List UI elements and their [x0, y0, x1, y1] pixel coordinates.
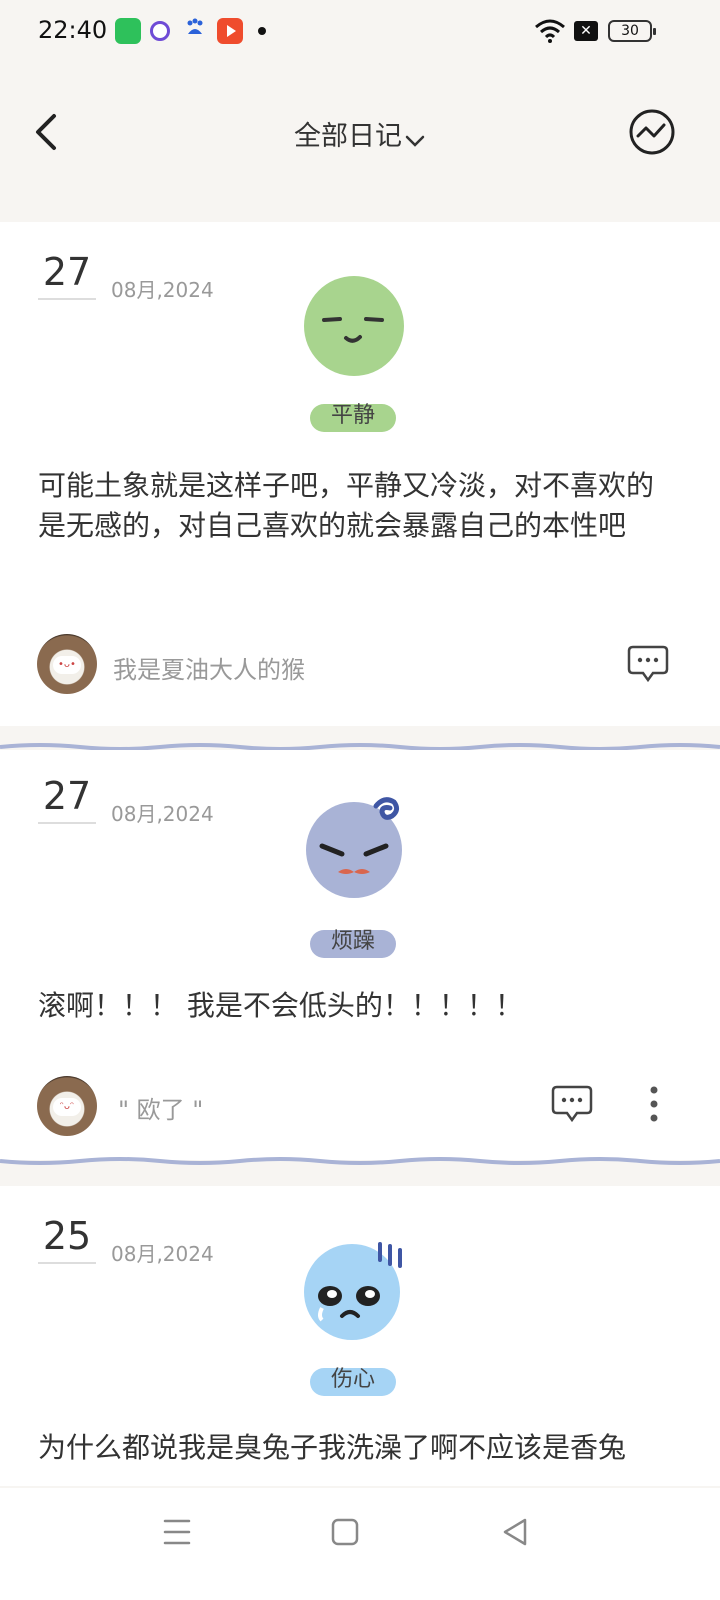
- mood-calm-icon: [304, 276, 404, 376]
- comment-icon[interactable]: [627, 644, 669, 684]
- author-name: 我是夏油大人的猴: [113, 656, 305, 684]
- entry-month-year: 08月,2024: [111, 278, 214, 302]
- header: 全部日记: [0, 64, 720, 222]
- sim-off-icon: ✕: [574, 21, 598, 41]
- entry-month-year: 08月,2024: [111, 802, 214, 826]
- battery-icon: 30: [608, 20, 656, 42]
- baidu-icon: [183, 16, 209, 42]
- back-triangle-icon[interactable]: [495, 1512, 535, 1552]
- app-icon-purple: [150, 21, 170, 41]
- mood-sad-icon: [304, 1242, 402, 1340]
- video-app-icon: [217, 18, 243, 44]
- status-time: 22:40: [38, 16, 108, 44]
- system-nav-bar: [0, 1488, 720, 1600]
- entry-text: 可能土象就是这样子吧，平静又冷淡，对不喜欢的是无感的，对自己喜欢的就会暴露自己的…: [38, 469, 655, 542]
- page-title: 全部日记: [294, 121, 402, 152]
- entry-month-year: 08月,2024: [111, 1242, 214, 1266]
- status-bar: 22:40 ✕ 30: [0, 0, 720, 64]
- chevron-down-icon: [405, 135, 425, 147]
- diary-entry[interactable]: 27 08月,2024 平静 可能土象就是这样子吧，平静又冷淡，对不喜欢的是无感…: [0, 222, 720, 726]
- notification-dot: [258, 27, 266, 35]
- trend-chart-icon: [629, 109, 675, 155]
- stats-button[interactable]: [628, 108, 676, 156]
- diary-entry[interactable]: 27 08月,2024 烦躁 滚啊！！！ 我是不会低头的！！！！！ ᵔᴗᵔ " …: [0, 750, 720, 1160]
- avatar[interactable]: •ᴗ•: [37, 634, 97, 694]
- entry-divider: [0, 1157, 720, 1165]
- entry-day: 25: [38, 1214, 96, 1264]
- title-dropdown[interactable]: 全部日记: [0, 114, 720, 153]
- mood-irritated-icon: [306, 797, 402, 898]
- mood-tag: 烦躁: [310, 930, 396, 958]
- entry-day: 27: [38, 250, 96, 300]
- avatar-face: •ᴗ•: [53, 656, 81, 674]
- author-name: " 欧了 ": [118, 1096, 204, 1124]
- home-square-icon[interactable]: [325, 1512, 365, 1552]
- comment-icon[interactable]: [551, 1084, 593, 1124]
- diary-entry[interactable]: 25 08月,2024 伤心 为什么都说我是臭兔子我洗澡了啊不应该是香兔: [0, 1186, 720, 1486]
- wifi-icon: [534, 18, 566, 48]
- mood-tag: 伤心: [310, 1368, 396, 1396]
- more-vertical-icon[interactable]: [644, 1084, 664, 1124]
- entry-day: 27: [38, 774, 96, 824]
- entry-text: 滚啊！！！ 我是不会低头的！！！！！: [38, 989, 523, 1022]
- mood-tag: 平静: [310, 404, 396, 432]
- avatar-face: ᵔᴗᵔ: [53, 1098, 81, 1116]
- avatar[interactable]: ᵔᴗᵔ: [37, 1076, 97, 1136]
- menu-icon[interactable]: [157, 1512, 197, 1552]
- entry-text: 为什么都说我是臭兔子我洗澡了啊不应该是香兔: [38, 1431, 627, 1464]
- app-icon-green: [115, 18, 141, 44]
